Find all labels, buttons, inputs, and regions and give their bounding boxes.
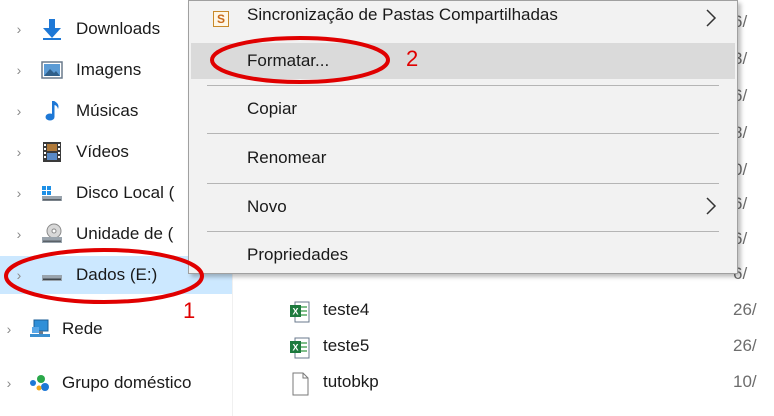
annotation-ellipse-2 — [210, 36, 390, 84]
annotation-number-1: 1 — [183, 298, 196, 323]
annotation-layer — [4, 36, 390, 304]
annotation-ellipse-1 — [4, 248, 204, 304]
annotation-number-2: 2 — [406, 46, 419, 71]
